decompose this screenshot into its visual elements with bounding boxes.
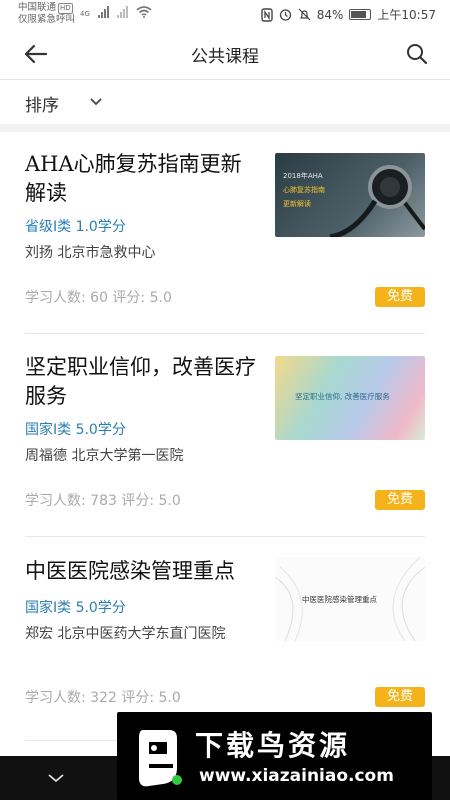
emergency-only-text: 仅限紧急呼叫 xyxy=(18,14,76,25)
watermark-url: www.xiazainiao.com xyxy=(199,766,394,786)
course-title: 中医医院感染管理重点 xyxy=(25,559,235,583)
thumb-line-2: 心肺复苏指南 xyxy=(283,186,325,194)
status-bar: 中国联通 HD 仅限紧急呼叫 4G 84% 上午10:57 xyxy=(0,0,450,28)
signal-strength-icon xyxy=(97,6,109,18)
chevron-down-icon xyxy=(90,98,102,106)
course-thumbnail: 坚定职业信仰, 改善医疗服务 xyxy=(275,356,425,440)
chevron-down-icon[interactable] xyxy=(46,770,66,786)
status-right: 84% 上午10:57 xyxy=(261,6,436,23)
course-stats: 学习人数: 783 评分: 5.0 xyxy=(25,493,181,509)
network-type: 4G xyxy=(80,10,90,18)
watermark: 下载鸟资源 www.xiazainiao.com xyxy=(117,712,432,800)
free-badge: 免费 xyxy=(375,490,425,510)
course-stats: 学习人数: 60 评分: 5.0 xyxy=(25,290,172,306)
course-category: 国家I类 5.0学分 xyxy=(25,600,126,616)
nfc-icon xyxy=(261,7,273,22)
sort-dropdown[interactable]: 排序 xyxy=(0,80,450,124)
course-item[interactable]: AHA心肺复苏指南更新解读 省级I类 1.0学分 刘扬 北京市急救中心 学习人数… xyxy=(25,150,425,334)
course-item[interactable]: 坚定职业信仰，改善医疗服务 国家I类 5.0学分 周福德 北京大学第一医院 学习… xyxy=(25,353,425,537)
course-title: AHA心肺复苏指南更新解读 xyxy=(25,152,242,205)
alarm-icon xyxy=(279,9,291,21)
bird-logo-icon xyxy=(139,730,182,787)
wifi-icon xyxy=(136,6,152,18)
course-thumbnail: 中医医院感染管理重点 xyxy=(275,557,425,641)
free-badge: 免费 xyxy=(375,687,425,707)
course-teacher: 周福德 北京大学第一医院 xyxy=(25,448,184,464)
signal-strength-icon-2 xyxy=(116,6,128,18)
thumb-caption: 坚定职业信仰, 改善医疗服务 xyxy=(295,392,390,401)
course-title: 坚定职业信仰，改善医疗服务 xyxy=(25,355,256,408)
mute-icon xyxy=(298,8,311,21)
course-teacher: 郑宏 北京中医药大学东直门医院 xyxy=(25,626,226,642)
carrier-info: 中国联通 HD 仅限紧急呼叫 xyxy=(18,2,75,26)
battery-icon xyxy=(349,9,372,20)
hd-badge: HD xyxy=(58,3,73,14)
course-stats: 学习人数: 322 评分: 5.0 xyxy=(25,690,181,706)
section-divider xyxy=(0,124,450,132)
course-category: 省级I类 1.0学分 xyxy=(25,219,126,235)
stethoscope-image xyxy=(329,165,425,237)
course-category: 国家I类 5.0学分 xyxy=(25,422,126,438)
free-badge: 免费 xyxy=(375,287,425,307)
carrier-name: 中国联通 xyxy=(18,2,57,13)
course-teacher: 刘扬 北京市急救中心 xyxy=(25,245,156,261)
signal-indicators: 4G xyxy=(80,6,152,18)
course-thumbnail: 2018年AHA 心肺复苏指南 更新解读 xyxy=(275,153,425,237)
thumb-caption: 中医医院感染管理重点 xyxy=(302,595,377,604)
sort-label: 排序 xyxy=(25,96,59,116)
battery-percent: 84% xyxy=(316,7,344,22)
page-title: 公共课程 xyxy=(191,47,259,67)
search-icon[interactable] xyxy=(404,41,430,67)
thumb-line-3: 更新解读 xyxy=(283,200,311,208)
clock: 上午10:57 xyxy=(377,8,436,22)
thumb-line-1: 2018年AHA xyxy=(283,172,323,180)
watermark-title: 下载鸟资源 xyxy=(195,729,351,762)
app-header: 公共课程 xyxy=(0,28,450,80)
